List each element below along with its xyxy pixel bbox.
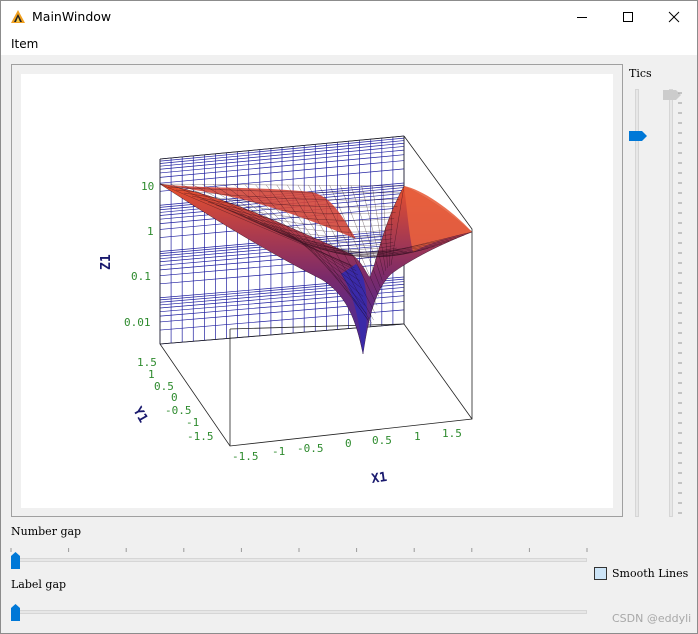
x-tick: 0	[345, 437, 352, 450]
slider-ticks	[678, 92, 682, 514]
x-tick: -1.5	[232, 450, 259, 463]
y-tick: 0	[171, 391, 178, 404]
window-title: MainWindow	[32, 9, 112, 24]
smooth-lines-toggle[interactable]: Smooth Lines	[594, 567, 688, 580]
plot-canvas[interactable]: Z1 Y1 X1 10 1 0.1 0.01 1.5 1 0.5 0 -0.5 …	[21, 74, 613, 508]
number-gap-slider[interactable]	[9, 548, 589, 572]
watermark: CSDN @eddyli	[612, 612, 692, 625]
x-tick: 1.5	[442, 427, 462, 440]
minimize-icon	[577, 17, 587, 18]
x-tick: 1	[414, 430, 421, 443]
close-icon	[668, 11, 680, 23]
menu-bar: Item	[1, 33, 697, 55]
minimize-button[interactable]	[559, 1, 605, 33]
slider-ticks	[10, 548, 588, 552]
z-tick: 0.01	[124, 316, 151, 329]
z-tick: 0.1	[131, 270, 151, 283]
tics-slider[interactable]	[627, 87, 649, 519]
tics-scale-slider[interactable]	[661, 87, 683, 519]
slider-handle[interactable]	[10, 603, 21, 622]
close-button[interactable]	[651, 1, 697, 33]
z-tick: 10	[141, 180, 154, 193]
x-tick: -1	[272, 445, 285, 458]
plot-box	[159, 135, 473, 447]
main-window: MainWindow Item Z1 Y1 X1 10 1 0.1 0.01 1…	[0, 0, 698, 634]
surface-plot: Z1 Y1 X1 10 1 0.1 0.01 1.5 1 0.5 0 -0.5 …	[99, 135, 473, 487]
maximize-icon	[623, 12, 633, 22]
maximize-button[interactable]	[605, 1, 651, 33]
plot-frame: Z1 Y1 X1 10 1 0.1 0.01 1.5 1 0.5 0 -0.5 …	[11, 64, 623, 517]
z-tick: 1	[147, 225, 154, 238]
label-gap-label: Label gap	[11, 578, 67, 591]
menu-item-item[interactable]: Item	[11, 37, 38, 51]
smooth-lines-checkbox[interactable]	[594, 567, 607, 580]
label-gap-slider[interactable]	[9, 600, 589, 624]
title-bar: MainWindow	[1, 1, 697, 33]
y-tick: -1	[186, 416, 199, 429]
x-tick: 0.5	[372, 434, 392, 447]
tics-label: Tics	[629, 67, 652, 80]
z-axis-label: Z1	[99, 254, 114, 270]
smooth-lines-label: Smooth Lines	[612, 567, 689, 580]
slider-handle[interactable]	[10, 551, 21, 570]
surface-mesh	[159, 183, 473, 355]
x-axis-label: X1	[370, 470, 388, 487]
x-tick: -0.5	[297, 442, 324, 455]
number-gap-label: Number gap	[11, 525, 82, 538]
y-axis-label: Y1	[130, 405, 151, 426]
qt-app-icon	[11, 10, 25, 23]
y-tick: -1.5	[187, 430, 214, 443]
slider-handle[interactable]	[628, 130, 648, 142]
